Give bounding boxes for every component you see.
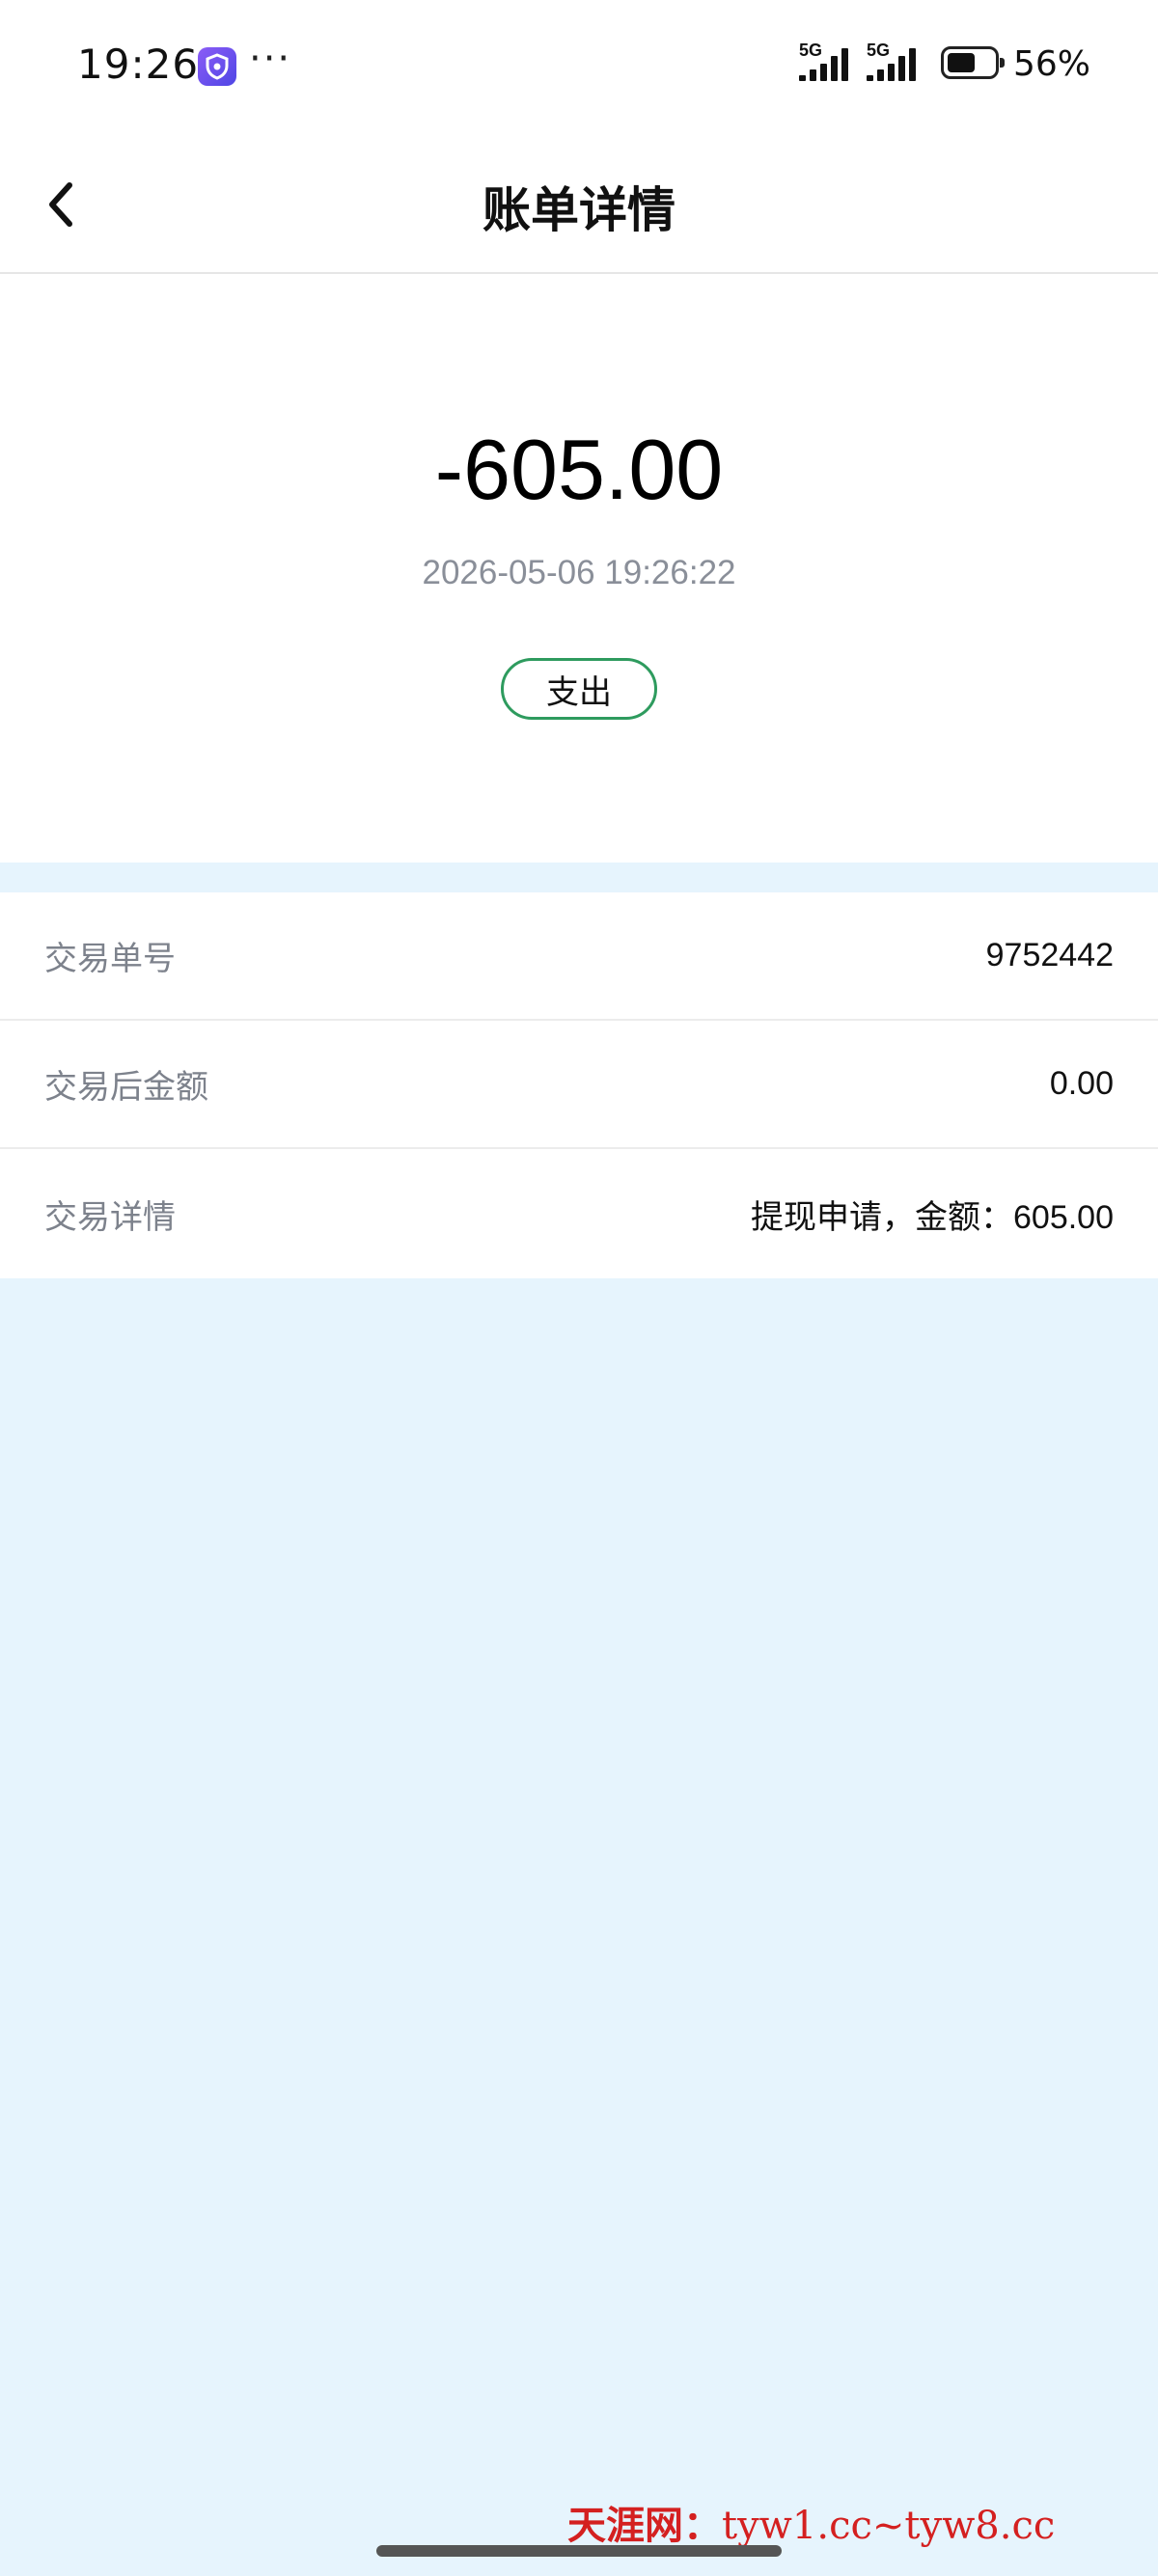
shield-app-icon <box>198 47 236 86</box>
battery-percent: 56% <box>1013 44 1091 84</box>
transaction-amount: -605.00 <box>434 422 724 517</box>
more-dots-icon: ··· <box>249 37 292 81</box>
watermark: 天涯网：tyw1.cc~tyw8.cc <box>567 2494 1055 2550</box>
detail-row-transaction-info: 交易详情 提现申请，金额：605.00 <box>0 1149 1158 1278</box>
network-type-label: 5G <box>867 41 891 60</box>
watermark-brand: 天涯网： <box>567 2503 722 2548</box>
home-indicator[interactable] <box>376 2545 782 2557</box>
detail-row-balance-after: 交易后金额 0.00 <box>0 1021 1158 1149</box>
battery-icon <box>941 46 1005 79</box>
detail-value: 9752442 <box>985 937 1114 973</box>
transaction-type-badge: 支出 <box>501 658 657 720</box>
detail-label: 交易详情 <box>44 1197 176 1237</box>
detail-value: 0.00 <box>1049 1065 1114 1102</box>
transaction-details: 交易单号 9752442 交易后金额 0.00 交易详情 提现申请，金额：605… <box>0 892 1158 1278</box>
detail-row-order-number: 交易单号 9752442 <box>0 892 1158 1021</box>
page-title: 账单详情 <box>482 182 676 238</box>
detail-label: 交易单号 <box>44 940 176 978</box>
detail-value: 提现申请，金额：605.00 <box>751 1198 1114 1236</box>
transaction-datetime: 2026-05-06 19:26:22 <box>422 554 736 591</box>
detail-label: 交易后金额 <box>44 1068 208 1107</box>
signal-icon: 5G <box>799 41 861 85</box>
watermark-urls: tyw1.cc~tyw8.cc <box>722 2504 1056 2548</box>
status-bar: 19:26 ··· 5G 5G 56% <box>0 0 1158 135</box>
transaction-summary: -605.00 2026-05-06 19:26:22 支出 <box>0 274 1158 863</box>
network-type-label: 5G <box>799 41 823 60</box>
status-time: 19:26 <box>77 41 200 88</box>
page-header: 账单详情 <box>0 135 1158 274</box>
signal-icon: 5G <box>867 41 928 85</box>
